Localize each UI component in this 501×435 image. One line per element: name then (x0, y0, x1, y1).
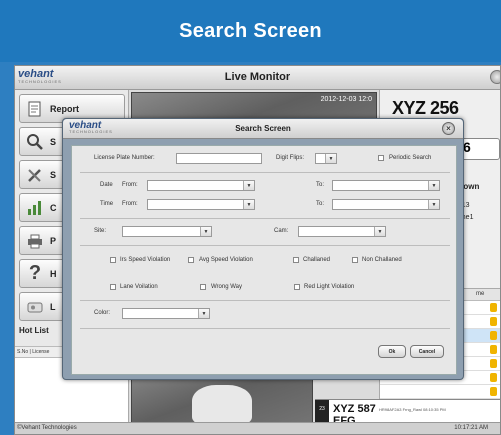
lane-violation-label: Lane Voilation (120, 284, 158, 290)
lock-icon (490, 303, 497, 312)
status-clock: 10:17:21 AM (454, 425, 488, 431)
close-icon: × (446, 124, 451, 133)
sidebar-item-label: P (50, 235, 57, 246)
date-from-label: From: (122, 182, 138, 188)
periodic-search-checkbox[interactable] (378, 155, 384, 161)
app-title: Live Monitor (224, 71, 291, 83)
irs-speed-violation-label: Irs Speed Violation (120, 257, 171, 263)
non-challaned-label: Non Challaned (362, 257, 402, 263)
divider (80, 328, 450, 329)
divider (80, 245, 450, 246)
divider (80, 218, 450, 219)
search-icon (24, 131, 46, 153)
chevron-down-icon: ▼ (428, 200, 439, 209)
list-item[interactable] (380, 385, 500, 399)
digit-flips-label: Digit Flips: (276, 155, 305, 161)
video-timestamp: 2012-12-03 12:0 (320, 96, 372, 103)
sidebar-item-label: S (50, 136, 57, 147)
lock-icon (490, 373, 497, 382)
date-label: Date (100, 182, 113, 188)
lock-icon (490, 331, 497, 340)
help-icon: ? (28, 262, 42, 284)
challaned-checkbox[interactable] (293, 257, 299, 263)
chevron-down-icon: ▼ (200, 227, 211, 236)
divider (80, 172, 450, 173)
time-from-select[interactable]: ▼ (147, 199, 255, 210)
cancel-button[interactable]: Cancel (410, 345, 444, 358)
banner: Search Screen (0, 0, 501, 62)
chevron-down-icon: ▼ (198, 309, 209, 318)
challaned-label: Challaned (303, 257, 331, 263)
dialog-body: License Plate Number: Digit Flips: ▼ Per… (71, 145, 457, 375)
time-from-label: From: (122, 201, 138, 207)
row-plate: XYZ 587 (333, 403, 376, 415)
time-to-select[interactable]: ▼ (332, 199, 440, 210)
red-light-violation-checkbox[interactable] (294, 284, 300, 290)
irs-speed-violation-checkbox[interactable] (110, 257, 116, 263)
sidebar-item-label: Report (50, 103, 79, 114)
chevron-down-icon: ▼ (243, 181, 254, 190)
lock-icon (490, 387, 497, 396)
date-to-label: To: (316, 182, 325, 188)
settings-icon (24, 164, 46, 186)
periodic-search-label: Periodic Search (389, 155, 432, 161)
status-copyright: ©Vehant Technologies (17, 425, 77, 431)
banner-title: Search Screen (179, 19, 322, 42)
chevron-down-icon: ▼ (325, 154, 336, 163)
license-plate-input[interactable] (176, 153, 262, 164)
lock-icon (490, 345, 497, 354)
site-label: Site: (94, 228, 107, 234)
dialog-close-button[interactable]: × (442, 122, 455, 135)
site-select[interactable]: ▼ (122, 226, 212, 237)
search-dialog: vehant TECHNOLOGIES Search Screen × Lice… (62, 118, 464, 380)
dialog-title: Search Screen (235, 124, 291, 133)
row-meta: HR98AF2A3 Frng_Rawl 08:10:35 PM (379, 406, 446, 412)
cam-label: Cam: (274, 228, 289, 234)
cam-select[interactable]: ▼ (298, 226, 386, 237)
sidebar-item-label: C (50, 202, 57, 213)
hot-list-label: Hot List (19, 326, 49, 335)
chevron-down-icon: ▼ (243, 200, 254, 209)
logout-icon (24, 296, 46, 318)
lock-icon (490, 359, 497, 368)
time-to-label: To: (316, 201, 325, 207)
ok-button[interactable]: Ok (378, 345, 406, 358)
color-select[interactable]: ▼ (122, 308, 210, 319)
date-to-select[interactable]: ▼ (332, 180, 440, 191)
sidebar-item-label: S (50, 169, 57, 180)
app-header: vehant TECHNOLOGIES Live Monitor (15, 66, 500, 90)
status-bar: ©Vehant Technologies 10:17:21 AM (15, 422, 500, 434)
digit-flips-select[interactable]: ▼ (315, 153, 337, 164)
dialog-header: vehant TECHNOLOGIES Search Screen × (63, 119, 463, 139)
wrong-way-label: Wrong Way (211, 284, 243, 290)
report-icon (24, 98, 46, 120)
current-plate-number: XYZ 256 (392, 98, 459, 118)
color-label: Color: (94, 310, 111, 316)
printer-icon (24, 230, 46, 252)
date-from-select[interactable]: ▼ (147, 180, 255, 191)
avg-speed-violation-label: Avg Speed Violation (199, 257, 253, 263)
avg-speed-violation-checkbox[interactable] (188, 257, 194, 263)
license-plate-label: License Plate Number: (94, 155, 155, 161)
lock-icon (490, 317, 497, 326)
sidebar-item-label: H (50, 268, 57, 279)
lane-violation-checkbox[interactable] (110, 284, 116, 290)
wrong-way-checkbox[interactable] (200, 284, 206, 290)
time-label: Time (100, 201, 114, 207)
chevron-down-icon: ▼ (428, 181, 439, 190)
chart-icon (24, 197, 46, 219)
divider (80, 300, 450, 301)
non-challaned-checkbox[interactable] (352, 257, 358, 263)
sidebar-item-label: L (50, 301, 56, 312)
red-light-violation-label: Red Light Violation (304, 284, 355, 290)
row-number: 23 (315, 400, 329, 418)
car-image (192, 385, 252, 425)
app-close-button[interactable] (490, 70, 500, 84)
chevron-down-icon: ▼ (374, 227, 385, 236)
